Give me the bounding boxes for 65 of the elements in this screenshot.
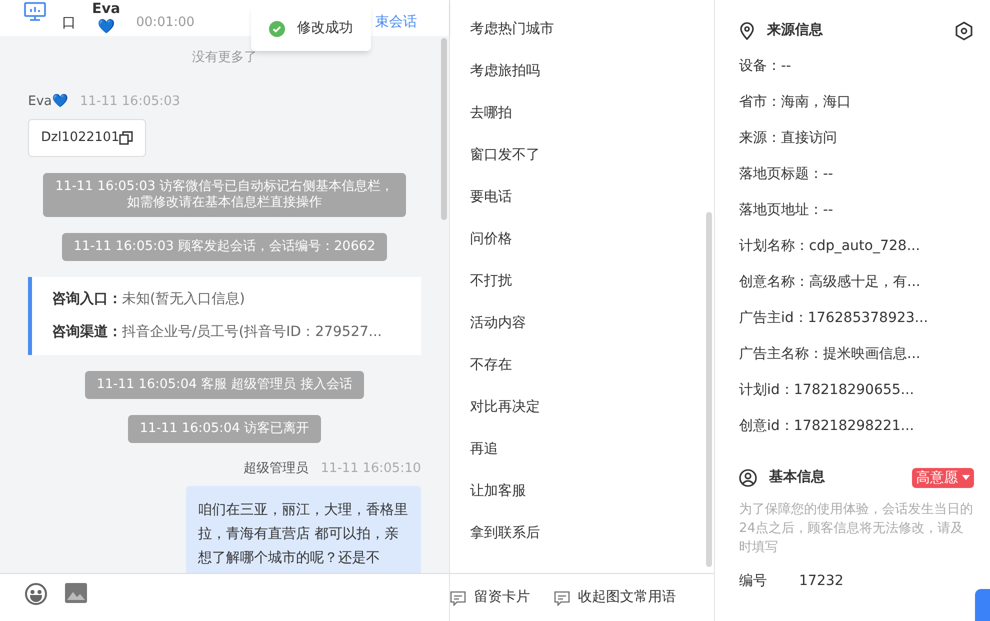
phrase-item[interactable]: 去哪拍 <box>470 102 714 124</box>
info-value: 未知(暂无入口信息) <box>122 290 245 308</box>
info-value: 抖音企业号/员工号(抖音号ID：279527... <box>122 322 382 342</box>
location-text: 口 <box>62 14 76 33</box>
field-value: 17232 <box>799 572 844 591</box>
info-label: 咨询入口： <box>52 290 122 308</box>
caret-icon <box>962 474 970 480</box>
image-icon[interactable] <box>64 582 88 604</box>
user-circle-icon <box>739 468 757 486</box>
phrase-item[interactable]: 窗口发不了 <box>470 144 714 166</box>
phrase-item[interactable]: 对比再决定 <box>470 396 714 418</box>
no-more-text: 没有更多了 <box>191 49 258 67</box>
source-info-row-text: 广告主名称：提米映画信息... <box>739 345 922 364</box>
message-bubble: 咱们在三亚，丽江，大理，香格里拉，青海有直营店 都可以拍，亲想了解哪个城市的呢？还是不 <box>186 486 421 573</box>
phrase-item[interactable]: 考虑旅拍吗 <box>470 60 714 82</box>
source-info-row-text: 创意名称：高级感十足，有... <box>739 273 922 292</box>
source-info-row-text: 省市：海南，海口 <box>739 93 852 112</box>
monitor-icon <box>24 2 46 22</box>
phrase-action-button[interactable]: 收起图文常用语 <box>554 587 676 608</box>
emoji-icon[interactable] <box>24 582 48 606</box>
info-label: 咨询渠道： <box>52 322 122 342</box>
message-time: 11-11 16:05:10 <box>320 460 421 478</box>
scrollbar[interactable] <box>441 38 447 220</box>
settings-icon[interactable] <box>954 20 974 40</box>
toast-text: 修改成功 <box>297 19 353 38</box>
phrase-item[interactable]: 拿到联系后 <box>470 522 714 544</box>
system-notice: 11-11 16:05:03 顾客发起会话，会话编号：20662 <box>62 232 388 260</box>
message-text: Dzl1022101 <box>41 129 120 147</box>
message-time: 11-11 16:05:03 <box>80 92 180 110</box>
field-label: 编号 <box>739 572 767 591</box>
phrase-item[interactable]: 不存在 <box>470 354 714 376</box>
scrollbar[interactable] <box>706 212 712 567</box>
source-info-row-text: 计划id：178218290655... <box>739 381 916 400</box>
phrase-action-button[interactable]: 留资卡片 <box>450 587 530 608</box>
section-title: 基本信息 <box>769 468 826 487</box>
source-info-row-text: 来源：直接访问 <box>739 129 838 148</box>
phrase-item[interactable]: 问价格 <box>470 228 714 250</box>
phrase-item[interactable]: 让加客服 <box>470 480 714 502</box>
phrase-item[interactable]: 活动内容 <box>470 312 714 334</box>
phrase-item[interactable]: 不打扰 <box>470 270 714 292</box>
location-pin-icon <box>739 22 755 40</box>
phrase-item[interactable]: 再追 <box>470 438 714 460</box>
heart-icon: 💙 <box>98 18 115 36</box>
notice-text: 为了保障您的使用体验，会话发生当日的24点之后，顾客信息将无法修改，请及时填写 <box>739 501 974 557</box>
phrase-item[interactable]: 考虑热门城市 <box>470 18 714 40</box>
session-time: 00:01:00 <box>136 14 195 32</box>
source-info-row-text: 创意id：178218298221... <box>739 417 916 436</box>
message-icon <box>554 590 570 606</box>
system-notice: 11-11 16:05:03 访客微信号已自动标记右侧基本信息栏， 如需修改请在基本信息栏直接操作 <box>43 172 406 216</box>
message-icon <box>450 590 466 606</box>
copy-icon[interactable] <box>119 130 134 145</box>
source-info-row-text: 落地页地址：-- <box>739 201 834 220</box>
section-title: 来源信息 <box>767 21 824 40</box>
success-icon <box>269 20 285 36</box>
source-info-row-text: 广告主id：176285378923... <box>739 309 930 328</box>
visitor-name: Eva <box>92 0 120 18</box>
source-info-row-text: 计划名称：cdp_auto_728... <box>739 237 922 256</box>
sender-name: Eva💙 <box>28 92 68 110</box>
system-notice: 11-11 16:05:04 访客已离开 <box>128 414 322 442</box>
source-info-row-text: 落地页标题：-- <box>739 165 834 184</box>
sender-name: 超级管理员 <box>244 460 309 478</box>
intent-tag[interactable]: 高意愿 <box>912 468 974 488</box>
system-notice: 11-11 16:05:04 客服 超级管理员 接入会话 <box>84 370 364 398</box>
source-info-row-text: 设备：-- <box>739 57 792 76</box>
phrase-item[interactable]: 要电话 <box>470 186 714 208</box>
